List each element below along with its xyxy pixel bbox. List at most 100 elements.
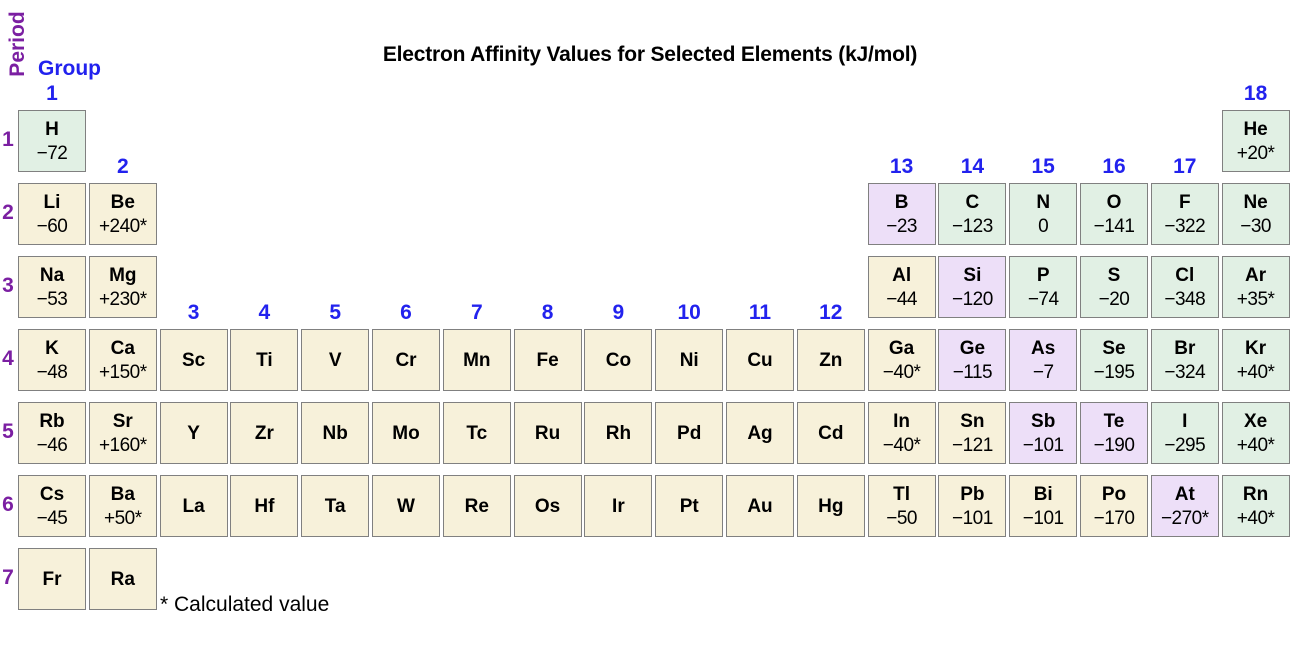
electron-affinity-value: −324 bbox=[1164, 361, 1206, 383]
electron-affinity-value: −53 bbox=[36, 288, 68, 310]
electron-affinity-value: −120 bbox=[951, 288, 993, 310]
electron-affinity-value: −123 bbox=[951, 215, 993, 237]
element-cell-sc: Sc bbox=[159, 329, 228, 391]
element-symbol: Xe bbox=[1243, 410, 1268, 432]
element-cell-ir: Ir bbox=[584, 475, 653, 537]
element-symbol: Cs bbox=[39, 483, 65, 505]
element-cell-co: Co bbox=[584, 329, 653, 391]
element-symbol: Mn bbox=[463, 349, 491, 371]
electron-affinity-value: −45 bbox=[36, 507, 68, 529]
group-number-8: 8 bbox=[541, 301, 554, 324]
element-cell-kr: Kr +40* bbox=[1221, 329, 1290, 391]
electron-affinity-value: −7 bbox=[1032, 361, 1054, 383]
element-cell-mo: Mo bbox=[372, 402, 440, 464]
element-symbol: Fe bbox=[536, 349, 559, 371]
group-number-11: 11 bbox=[748, 301, 772, 324]
electron-affinity-value: −101 bbox=[1022, 434, 1064, 456]
element-cell-in: In −40* bbox=[867, 402, 936, 464]
electron-affinity-value: −141 bbox=[1093, 215, 1135, 237]
group-number-5: 5 bbox=[329, 301, 342, 324]
element-symbol: Y bbox=[187, 422, 200, 444]
electron-affinity-value: +160* bbox=[98, 434, 147, 456]
element-symbol: Ar bbox=[1245, 264, 1267, 286]
electron-affinity-value: −40* bbox=[882, 361, 921, 383]
element-symbol: Zn bbox=[819, 349, 843, 371]
element-cell-k: K −48 bbox=[18, 329, 86, 391]
element-cell-s: S −20 bbox=[1080, 256, 1148, 318]
electron-affinity-value: +40* bbox=[1236, 507, 1275, 529]
element-symbol: Bi bbox=[1033, 483, 1053, 505]
electron-affinity-value: −115 bbox=[952, 361, 993, 383]
element-symbol: H bbox=[45, 118, 59, 140]
element-cell-hg: Hg bbox=[796, 475, 865, 537]
electron-affinity-value: −101 bbox=[1022, 507, 1064, 529]
element-cell-cl: Cl −348 bbox=[1150, 256, 1219, 318]
electron-affinity-value: −60 bbox=[36, 215, 68, 237]
electron-affinity-value: +40* bbox=[1236, 361, 1275, 383]
electron-affinity-value: −295 bbox=[1164, 434, 1206, 456]
element-symbol: Ag bbox=[747, 422, 773, 444]
group-number-17: 17 bbox=[1173, 155, 1197, 178]
element-cell-cr: Cr bbox=[372, 329, 440, 391]
element-symbol: Rh bbox=[605, 422, 632, 444]
element-symbol: Te bbox=[1103, 410, 1125, 432]
electron-affinity-value: −270* bbox=[1160, 507, 1209, 529]
element-cell-ra: Ra bbox=[88, 548, 157, 610]
group-number-15: 15 bbox=[1031, 155, 1055, 178]
element-symbol: Sc bbox=[181, 349, 206, 371]
element-cell-fe: Fe bbox=[513, 329, 582, 391]
element-cell-cd: Cd bbox=[796, 402, 865, 464]
element-symbol: Cl bbox=[1175, 264, 1195, 286]
element-symbol: Mo bbox=[392, 422, 420, 444]
period-axis-label: Period bbox=[6, 11, 29, 77]
element-symbol: Tc bbox=[466, 422, 488, 444]
element-symbol: Os bbox=[534, 495, 561, 517]
period-number-5: 5 bbox=[2, 420, 14, 443]
element-symbol: Ge bbox=[959, 337, 986, 359]
element-cell-be: Be +240* bbox=[88, 183, 157, 245]
element-cell-ga: Ga −40* bbox=[867, 329, 936, 391]
element-cell-rn: Rn +40* bbox=[1221, 475, 1290, 537]
element-cell-cs: Cs −45 bbox=[18, 475, 86, 537]
element-symbol: F bbox=[1178, 191, 1191, 213]
element-cell-zn: Zn bbox=[796, 329, 865, 391]
element-symbol: Sb bbox=[1031, 410, 1056, 432]
electron-affinity-value: −101 bbox=[951, 507, 993, 529]
electron-affinity-value: −20 bbox=[1098, 288, 1130, 310]
electron-affinity-value: −50 bbox=[886, 507, 917, 529]
element-cell-xe: Xe +40* bbox=[1221, 402, 1290, 464]
element-cell-ni: Ni bbox=[655, 329, 724, 391]
element-cell-sr: Sr +160* bbox=[88, 402, 157, 464]
element-symbol: Rn bbox=[1242, 483, 1269, 505]
group-number-7: 7 bbox=[470, 301, 483, 324]
element-cell-he: He +20* bbox=[1221, 110, 1290, 172]
element-symbol: Hf bbox=[254, 495, 275, 517]
element-cell-br: Br −324 bbox=[1150, 329, 1219, 391]
element-symbol: At bbox=[1174, 483, 1195, 505]
element-symbol: Na bbox=[39, 264, 65, 286]
element-cell-nb: Nb bbox=[301, 402, 370, 464]
element-symbol: Fr bbox=[42, 568, 62, 590]
element-cell-ba: Ba +50* bbox=[88, 475, 157, 537]
element-cell-tl: Tl −50 bbox=[867, 475, 936, 537]
element-cell-b: B −23 bbox=[867, 183, 936, 245]
electron-affinity-value: +50* bbox=[103, 507, 142, 529]
electron-affinity-value: +230* bbox=[98, 288, 147, 310]
element-cell-al: Al −44 bbox=[867, 256, 936, 318]
element-symbol: La bbox=[182, 495, 205, 517]
element-cell-bi: Bi −101 bbox=[1009, 475, 1078, 537]
period-number-2: 2 bbox=[2, 201, 14, 224]
element-symbol: He bbox=[1243, 118, 1268, 140]
electron-affinity-value: −121 bbox=[951, 434, 993, 456]
electron-affinity-value: +150* bbox=[98, 361, 147, 383]
electron-affinity-value: +35* bbox=[1236, 288, 1275, 310]
element-symbol: Kr bbox=[1245, 337, 1267, 359]
electron-affinity-value: 0 bbox=[1038, 215, 1049, 237]
element-symbol: B bbox=[894, 191, 909, 213]
element-symbol: Cr bbox=[395, 349, 417, 371]
element-cell-ru: Ru bbox=[513, 402, 582, 464]
period-number-4: 4 bbox=[2, 347, 14, 370]
electron-affinity-value: +20* bbox=[1236, 142, 1275, 164]
element-cell-pt: Pt bbox=[655, 475, 724, 537]
element-cell-mg: Mg +230* bbox=[88, 256, 157, 318]
